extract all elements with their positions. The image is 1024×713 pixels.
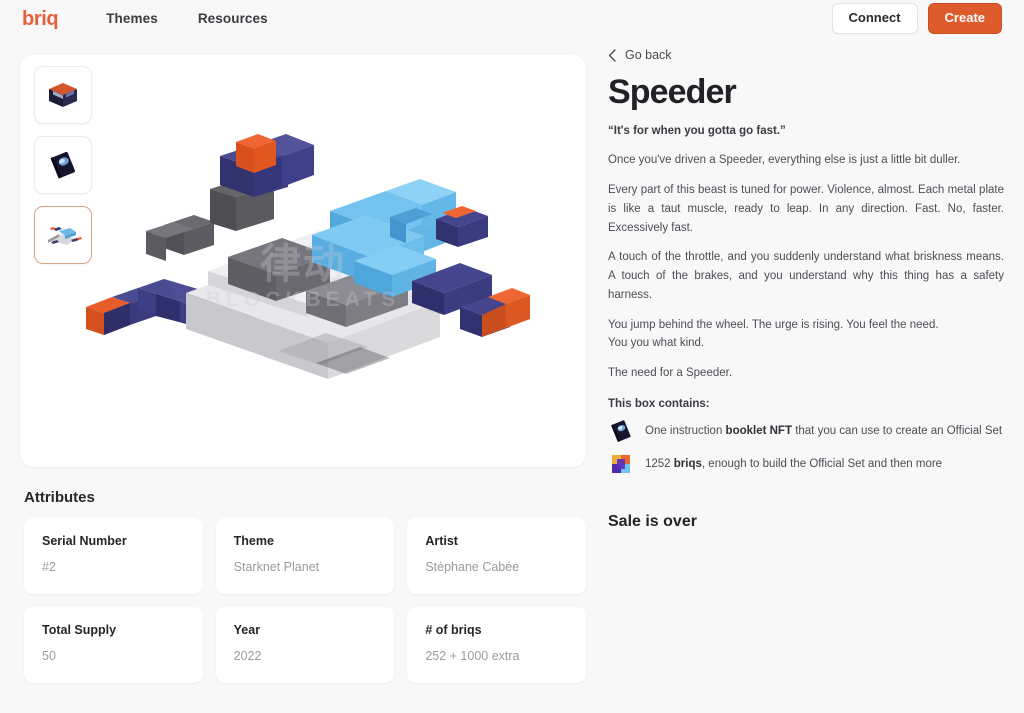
attribute-card-theme: Theme Starknet Planet [215, 518, 395, 594]
attribute-card-serial-number: Serial Number #2 [24, 518, 203, 594]
attribute-value: Starknet Planet [233, 560, 320, 574]
sale-status: Sale is over [608, 512, 697, 530]
speeder-model-icon [48, 227, 82, 245]
attribute-label: Year [233, 623, 261, 637]
attribute-card-total-supply: Total Supply 50 [24, 607, 203, 683]
thumbnail-booklet[interactable] [34, 136, 92, 194]
tagline: “It's for when you gotta go fast.” [608, 125, 786, 138]
box-contains-text: 1252 briqs, enough to build the Official… [645, 456, 942, 472]
briq-logo[interactable]: briq [22, 9, 59, 29]
description-paragraph: A touch of the throttle, and you suddenl… [608, 251, 1004, 301]
header-actions: Connect Create [831, 3, 1002, 34]
contains-post: that you can use to create an Official S… [792, 424, 1003, 437]
briq-cube-icon [612, 454, 630, 473]
description-paragraph: Every part of this beast is tuned for po… [608, 184, 1004, 234]
go-back-label: Go back [625, 48, 672, 62]
nav-link-themes[interactable]: Themes [106, 11, 158, 26]
attribute-label: Serial Number [42, 534, 127, 548]
contains-strong: briqs [673, 457, 702, 470]
thumbnail-speeder-model[interactable] [34, 206, 92, 264]
attribute-card-artist: Artist Stéphane Cabée [407, 518, 586, 594]
speeder-voxel-model [86, 134, 530, 379]
attribute-label: Total Supply [42, 623, 117, 637]
attribute-value: #2 [42, 560, 56, 574]
booklet-icon [611, 420, 631, 442]
attribute-value: 50 [42, 649, 56, 663]
go-back-button[interactable]: Go back [608, 48, 1004, 62]
attribute-label: # of briqs [425, 623, 482, 637]
attribute-label: Artist [425, 534, 458, 548]
attribute-card-num-briqs: # of briqs 252 + 1000 extra [407, 607, 586, 683]
model-stage[interactable] [20, 55, 586, 467]
booklet-icon [50, 151, 76, 179]
page-title: Speeder [608, 73, 737, 111]
model-viewer[interactable]: 律动 BLOCKBEATS [20, 55, 586, 467]
attributes-section-title: Attributes [24, 489, 95, 506]
left-column: 律动 BLOCKBEATS Attributes Serial Number #… [20, 55, 586, 683]
attribute-card-year: Year 2022 [215, 607, 395, 683]
attribute-value: Stéphane Cabée [425, 560, 520, 574]
box-contains-item: 1252 briqs, enough to build the Official… [608, 453, 1004, 475]
thumbnail-list [34, 66, 92, 264]
box-package-icon [49, 83, 77, 107]
box-contains-title: This box contains: [608, 397, 710, 410]
create-button[interactable]: Create [927, 3, 1002, 34]
contains-pre: One instruction [645, 424, 726, 437]
app-header: briq Themes Resources Connect Create [0, 0, 1024, 37]
briq-cube-icon-wrap [608, 453, 634, 475]
attribute-label: Theme [233, 534, 274, 548]
contains-strong: booklet NFT [725, 424, 792, 437]
attribute-value: 252 + 1000 extra [425, 649, 520, 663]
detail-column: Go back Speeder “It's for when you gotta… [586, 48, 1004, 683]
description-paragraph: You jump behind the wheel. The urge is r… [608, 318, 939, 350]
box-contains-text: One instruction booklet NFT that you can… [645, 423, 1002, 439]
attribute-value: 2022 [233, 649, 262, 663]
main-nav: Themes Resources [106, 11, 268, 26]
description-paragraph: The need for a Speeder. [608, 367, 733, 379]
attributes-grid: Serial Number #2 Theme Starknet Planet A… [20, 518, 586, 683]
connect-wallet-button[interactable]: Connect [831, 3, 918, 34]
chevron-left-icon [608, 48, 616, 62]
description-paragraph: Once you've driven a Speeder, everything… [608, 154, 961, 167]
page-body: 律动 BLOCKBEATS Attributes Serial Number #… [0, 37, 1024, 683]
thumbnail-box-package[interactable] [34, 66, 92, 124]
contains-pre: 1252 [645, 457, 674, 470]
booklet-nft-icon-wrap [608, 419, 634, 443]
box-contains-item: One instruction booklet NFT that you can… [608, 419, 1004, 443]
nav-link-resources[interactable]: Resources [198, 11, 268, 26]
contains-post: , enough to build the Official Set and t… [701, 457, 943, 470]
